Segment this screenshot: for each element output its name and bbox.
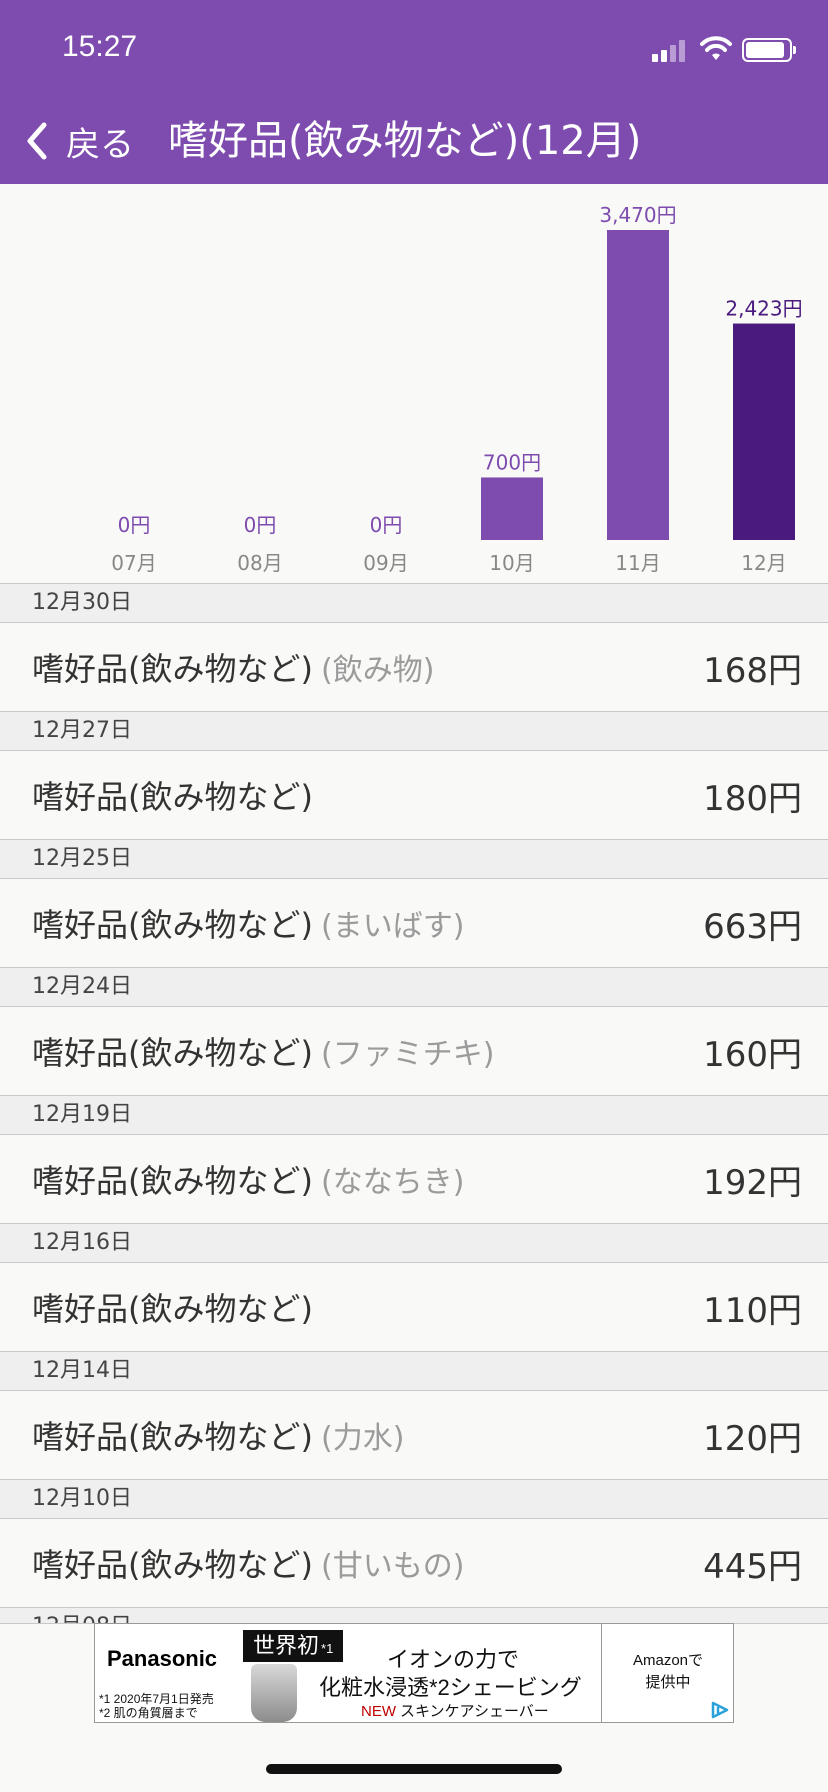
back-button[interactable]: 戻る [22, 116, 134, 166]
transaction-category: 嗜好品(飲み物など) [32, 778, 313, 816]
date-header: 12月10日 [0, 1479, 828, 1519]
date-header: 12月27日 [0, 711, 828, 751]
transaction-row[interactable]: 嗜好品(飲み物など) (ファミチキ) 160円 [0, 1007, 828, 1095]
transaction-amount: 445円 [703, 1546, 802, 1587]
x-tick-label: 08月 [237, 551, 282, 575]
banner-ad[interactable]: Panasonic 世界初 *1 イオンの力で 化粧水浸透*2シェービング NEW… [94, 1623, 734, 1723]
home-indicator[interactable] [266, 1764, 562, 1774]
transaction-memo: (飲み物) [320, 653, 435, 688]
x-tick-label: 07月 [111, 551, 156, 575]
transaction-label: 嗜好品(飲み物など) (飲み物) [32, 644, 434, 690]
transaction-row[interactable]: 嗜好品(飲み物など) (力水) 120円 [0, 1391, 828, 1479]
transaction-amount: 192円 [703, 1162, 802, 1203]
bar-value-label: 0円 [244, 513, 277, 537]
bar-value-label: 2,423円 [725, 297, 802, 321]
back-label: 戻る [66, 124, 134, 165]
transaction-amount: 180円 [703, 778, 802, 819]
page-title: 嗜好品(飲み物など)(12月) [168, 118, 642, 164]
transaction-row[interactable]: 嗜好品(飲み物など) 110円 [0, 1263, 828, 1351]
bar-chart-svg: 0円 07月 0円 08月 0円 09月 700円 10月 3,470円 11月 2,423円 12月 [111, 203, 802, 575]
transaction-amount: 120円 [703, 1418, 802, 1459]
x-tick-label: 10月 [489, 551, 534, 575]
transaction-amount: 160円 [703, 1034, 802, 1075]
status-time: 15:27 [62, 30, 138, 63]
x-tick-label: 11月 [615, 551, 660, 575]
transaction-memo: (まいばす) [320, 909, 465, 944]
transaction-row[interactable]: 嗜好品(飲み物など) (飲み物) 168円 [0, 623, 828, 711]
ad-brand: Panasonic [107, 1646, 218, 1671]
date-header: 12月30日 [0, 583, 828, 623]
transaction-amount: 110円 [703, 1290, 802, 1331]
transaction-category: 嗜好品(飲み物など) [32, 1290, 313, 1328]
transaction-list: 12月30日 嗜好品(飲み物など) (飲み物) 168円 12月27日 嗜好品(飲み物など… [0, 583, 828, 1647]
cellular-signal-icon [652, 40, 688, 62]
transaction-label: 嗜好品(飲み物など) (甘いもの) [32, 1540, 464, 1586]
date-header: 12月16日 [0, 1223, 828, 1263]
adchoices-icon[interactable] [709, 1700, 731, 1720]
battery-icon [742, 38, 796, 62]
transaction-label: 嗜好品(飲み物など) (ななちき) [32, 1156, 464, 1202]
transaction-row[interactable]: 嗜好品(飲み物など) (甘いもの) 445円 [0, 1519, 828, 1607]
bar-value-label: 3,470円 [599, 203, 676, 227]
date-header: 12月24日 [0, 967, 828, 1007]
ad-divider [601, 1624, 602, 1722]
bar-3[interactable] [481, 477, 543, 540]
bar-value-label: 0円 [118, 513, 151, 537]
bar-value-label: 0円 [370, 513, 403, 537]
navigation-header: 15:27 戻る 嗜好品(飲み物など)(12月) [0, 0, 828, 184]
transaction-category: 嗜好品(飲み物など) [32, 1546, 313, 1584]
transaction-label: 嗜好品(飲み物など) (まいばす) [32, 900, 464, 946]
transaction-amount: 168円 [703, 650, 802, 691]
transaction-category: 嗜好品(飲み物など) [32, 1418, 313, 1456]
ad-headline-2: 化粧水浸透*2シェービング [319, 1675, 582, 1700]
transaction-category: 嗜好品(飲み物など) [32, 1034, 313, 1072]
transaction-row[interactable]: 嗜好品(飲み物など) 180円 [0, 751, 828, 839]
wifi-icon [700, 36, 732, 60]
transaction-memo: (甘いもの) [320, 1549, 465, 1584]
transaction-amount: 663円 [703, 906, 802, 947]
transaction-memo: (ファミチキ) [320, 1037, 495, 1072]
transaction-row[interactable]: 嗜好品(飲み物など) (まいばす) 663円 [0, 879, 828, 967]
transaction-label: 嗜好品(飲み物など) [32, 1284, 313, 1330]
bar-5[interactable] [733, 323, 795, 540]
transaction-memo: (力水) [320, 1421, 405, 1456]
date-header: 12月14日 [0, 1351, 828, 1391]
bar-value-label: 700円 [483, 450, 541, 474]
date-header: 12月19日 [0, 1095, 828, 1135]
ad-subline: NEW スキンケアシェーバー [361, 1703, 549, 1720]
x-tick-label: 09月 [363, 551, 408, 575]
ad-badge: 世界初 *1 [243, 1630, 344, 1662]
shaver-product-image [251, 1664, 297, 1722]
transaction-label: 嗜好品(飲み物など) (力水) [32, 1412, 404, 1458]
transaction-row[interactable]: 嗜好品(飲み物など) (ななちき) 192円 [0, 1135, 828, 1223]
ad-cta[interactable]: Amazonで 提供中 [603, 1650, 733, 1694]
monthly-bar-chart: 0円 07月 0円 08月 0円 09月 700円 10月 3,470円 11月 2,423円 12月 [0, 184, 828, 584]
bar-4[interactable] [607, 230, 669, 540]
transaction-label: 嗜好品(飲み物など) [32, 772, 313, 818]
transaction-category: 嗜好品(飲み物など) [32, 1162, 313, 1200]
chevron-left-icon [27, 122, 47, 160]
date-header: 12月25日 [0, 839, 828, 879]
transaction-category: 嗜好品(飲み物など) [32, 650, 313, 688]
x-tick-label: 12月 [741, 551, 786, 575]
transaction-label: 嗜好品(飲み物など) (ファミチキ) [32, 1028, 494, 1074]
transaction-category: 嗜好品(飲み物など) [32, 906, 313, 944]
ad-footnote-2: *2 肌の角質層まで [99, 1706, 198, 1720]
transaction-memo: (ななちき) [320, 1165, 465, 1200]
